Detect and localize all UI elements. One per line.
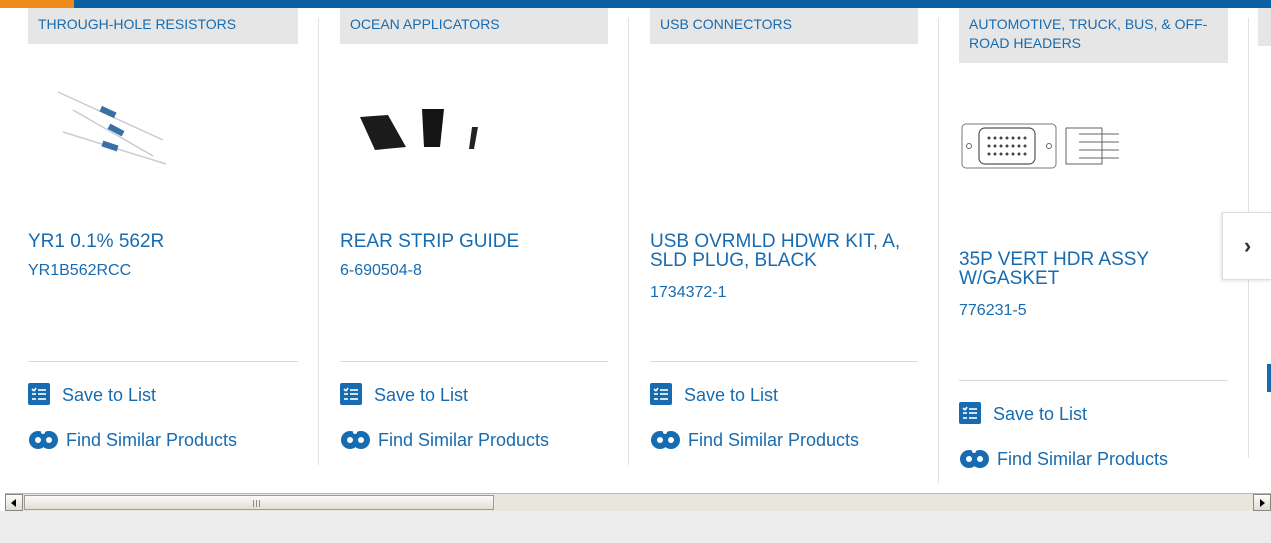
separator [650, 361, 918, 362]
product-carousel: THROUGH-HOLE RESISTORS YR1 0.1% 562R YR1… [0, 0, 1271, 490]
next-card-category-edge [1258, 8, 1271, 46]
gears-icon [650, 428, 684, 452]
save-to-list-label: Save to List [993, 403, 1088, 424]
card-divider [318, 18, 319, 465]
find-similar-label: Find Similar Products [66, 429, 238, 450]
product-title[interactable]: USB OVRMLD HDWR KIT, A, SLD PLUG, BLACK [650, 232, 918, 270]
list-icon [340, 383, 364, 407]
category-label[interactable]: AUTOMOTIVE, TRUCK, BUS, & OFF-ROAD HEADE… [959, 8, 1228, 63]
product-card: AUTOMOTIVE, TRUCK, BUS, & OFF-ROAD HEADE… [959, 0, 1228, 490]
product-title[interactable]: YR1 0.1% 562R [28, 232, 298, 251]
find-similar-button[interactable]: Find Similar Products [28, 428, 298, 452]
list-icon [28, 383, 52, 407]
list-icon [650, 383, 674, 407]
carousel-next-button[interactable]: › [1222, 212, 1271, 280]
scroll-right-button[interactable] [1253, 494, 1271, 511]
save-to-list-label: Save to List [684, 384, 779, 405]
find-similar-button[interactable]: Find Similar Products [959, 447, 1228, 471]
part-number[interactable]: 6-690504-8 [340, 261, 608, 281]
scrollbar-thumb[interactable] [24, 495, 494, 510]
product-card: THROUGH-HOLE RESISTORS YR1 0.1% 562R YR1… [28, 0, 298, 480]
find-similar-button[interactable]: Find Similar Products [650, 428, 918, 452]
page-footer-area [0, 511, 1271, 543]
separator [340, 361, 608, 362]
category-label[interactable]: USB CONNECTORS [650, 8, 918, 44]
part-number[interactable]: YR1B562RCC [28, 261, 298, 281]
scroll-right-icon [1260, 498, 1265, 507]
save-to-list-label: Save to List [62, 384, 157, 405]
list-icon [959, 402, 983, 426]
save-to-list-button[interactable]: Save to List [959, 402, 1228, 426]
find-similar-button[interactable]: Find Similar Products [340, 428, 608, 452]
gears-icon [959, 447, 993, 471]
save-to-list-button[interactable]: Save to List [28, 383, 298, 407]
card-divider [628, 18, 629, 465]
product-title[interactable]: REAR STRIP GUIDE [340, 232, 608, 251]
card-divider [938, 18, 939, 483]
gears-icon [340, 428, 374, 452]
horizontal-scrollbar[interactable] [5, 493, 1271, 511]
separator [28, 361, 298, 362]
scroll-left-button[interactable] [5, 494, 23, 511]
product-title[interactable]: 35P VERT HDR ASSY W/GASKET [959, 250, 1228, 288]
part-number[interactable]: 776231-5 [959, 301, 1228, 321]
next-card-icon-edge [1267, 364, 1271, 392]
product-image[interactable] [28, 80, 298, 200]
product-card: OCEAN APPLICATORS REAR STRIP GUIDE 6-690… [340, 0, 608, 480]
save-to-list-label: Save to List [374, 384, 469, 405]
find-similar-label: Find Similar Products [378, 429, 550, 450]
save-to-list-button[interactable]: Save to List [650, 383, 918, 407]
save-to-list-button[interactable]: Save to List [340, 383, 608, 407]
chevron-right-icon: › [1243, 233, 1252, 258]
product-card: USB CONNECTORS USB OVRMLD HDWR KIT, A, S… [650, 0, 918, 480]
category-label[interactable]: OCEAN APPLICATORS [340, 8, 608, 44]
resistor-image [57, 91, 167, 165]
category-label[interactable]: THROUGH-HOLE RESISTORS [28, 8, 298, 44]
find-similar-label: Find Similar Products [997, 448, 1169, 469]
part-number[interactable]: 1734372-1 [650, 283, 918, 303]
product-image[interactable] [959, 112, 1228, 232]
separator [959, 380, 1228, 381]
scrollbar-grip [253, 500, 262, 507]
find-similar-label: Find Similar Products [688, 429, 860, 450]
product-image[interactable] [340, 85, 608, 205]
scroll-left-icon [11, 498, 16, 507]
strip-guide-image [360, 109, 478, 150]
gears-icon [28, 428, 62, 452]
header-assembly-image [961, 123, 1119, 169]
